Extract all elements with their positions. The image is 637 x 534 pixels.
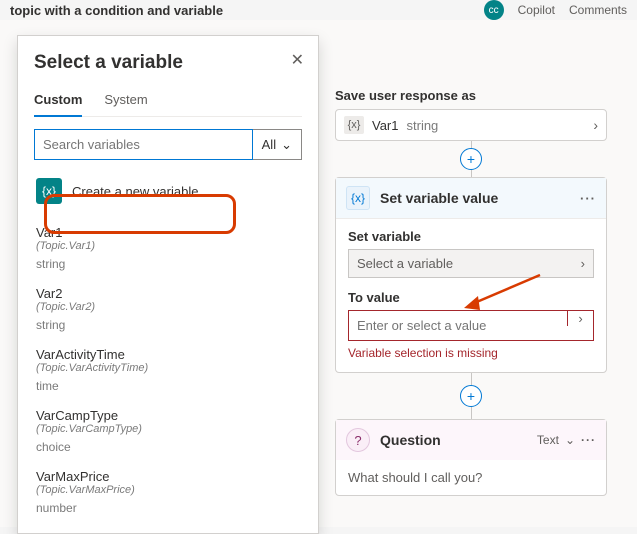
to-value-expand-button[interactable]: › — [567, 311, 593, 326]
top-bar: topic with a condition and variable cc C… — [0, 0, 637, 20]
variable-type: string — [36, 318, 300, 332]
variable-item[interactable]: VarMaxPrice (Topic.VarMaxPrice) number — [34, 464, 302, 525]
variable-type: string — [36, 257, 300, 271]
tab-system[interactable]: System — [104, 92, 147, 116]
variable-path: (Topic.VarActivityTime) — [36, 362, 300, 374]
variable-type: choice — [36, 440, 300, 454]
add-node-button[interactable]: + — [460, 148, 482, 170]
save-response-node[interactable]: {x} Var1 string › — [335, 109, 607, 141]
validation-error: Variable selection is missing — [348, 346, 594, 360]
avatar[interactable]: cc — [484, 0, 504, 20]
select-variable-picker[interactable]: Select a variable › — [348, 249, 594, 278]
tab-custom[interactable]: Custom — [34, 92, 82, 117]
set-variable-label: Set variable — [348, 229, 594, 244]
variable-name: Var2 — [36, 286, 300, 301]
variable-node-icon: {x} — [346, 186, 370, 210]
variable-item[interactable]: Var2 (Topic.Var2) string — [34, 281, 302, 342]
filter-button[interactable]: All ⌄ — [253, 129, 302, 160]
to-value-label: To value — [348, 290, 594, 305]
chevron-down-icon: ⌄ — [565, 433, 575, 447]
variable-path: (Topic.Var1) — [36, 240, 300, 252]
filter-label: All — [262, 137, 276, 152]
authoring-canvas: Save user response as {x} Var1 string › … — [0, 20, 637, 527]
variable-name: VarMaxPrice — [36, 469, 300, 484]
variable-badge-icon: {x} — [36, 178, 62, 204]
flyout-title: Select a variable — [34, 52, 302, 74]
variable-name: VarActivityTime — [36, 347, 300, 362]
to-value-input[interactable] — [349, 311, 567, 340]
variable-path: (Topic.Var2) — [36, 301, 300, 313]
close-button[interactable]: ✕ — [291, 50, 304, 70]
add-node-button[interactable]: + — [460, 385, 482, 407]
variable-name: Var1 — [36, 225, 300, 240]
variable-path: (Topic.VarCampType) — [36, 423, 300, 435]
variable-item[interactable]: VarCampType (Topic.VarCampType) choice — [34, 403, 302, 464]
select-variable-flyout: Select a variable ✕ Custom System All ⌄ … — [17, 35, 319, 534]
question-prompt[interactable]: What should I call you? — [336, 460, 606, 495]
connector: + — [335, 141, 607, 177]
set-node-title: Set variable value — [380, 190, 498, 206]
connector: + — [335, 373, 607, 419]
variable-type: time — [36, 379, 300, 393]
create-variable-button[interactable]: {x} Create a new variable — [34, 174, 302, 214]
set-variable-node: {x} Set variable value ··· Set variable … — [335, 177, 607, 373]
question-type-label[interactable]: Text — [537, 433, 559, 447]
question-node: ? Question Text ⌄ ··· What should I call… — [335, 419, 607, 496]
copilot-link[interactable]: Copilot — [518, 3, 555, 17]
question-node-title: Question — [380, 432, 441, 448]
variable-icon: {x} — [344, 116, 364, 134]
chevron-down-icon: ⌄ — [281, 137, 292, 153]
save-response-label: Save user response as — [335, 88, 607, 103]
variable-name: VarCampType — [36, 408, 300, 423]
page-title-fragment: topic with a condition and variable — [10, 3, 223, 18]
question-icon: ? — [346, 428, 370, 452]
variable-item[interactable]: Var1 (Topic.Var1) string — [34, 220, 302, 281]
save-var-name: Var1 — [372, 118, 399, 133]
to-value-field[interactable]: › — [348, 310, 594, 341]
chevron-right-icon: › — [593, 117, 598, 133]
select-variable-placeholder: Select a variable — [357, 256, 453, 271]
comments-link[interactable]: Comments — [569, 3, 627, 17]
variable-list: Var1 (Topic.Var1) string Var2 (Topic.Var… — [34, 220, 302, 525]
create-variable-label: Create a new variable — [72, 184, 198, 199]
variable-item[interactable]: VarActivityTime (Topic.VarActivityTime) … — [34, 342, 302, 403]
flyout-tabs: Custom System — [34, 92, 302, 117]
node-more-button[interactable]: ··· — [581, 433, 596, 447]
save-var-type: string — [407, 118, 439, 133]
search-input[interactable] — [34, 129, 253, 160]
node-more-button[interactable]: ··· — [580, 191, 596, 206]
variable-path: (Topic.VarMaxPrice) — [36, 484, 300, 496]
chevron-right-icon: › — [581, 256, 585, 271]
variable-type: number — [36, 501, 300, 515]
